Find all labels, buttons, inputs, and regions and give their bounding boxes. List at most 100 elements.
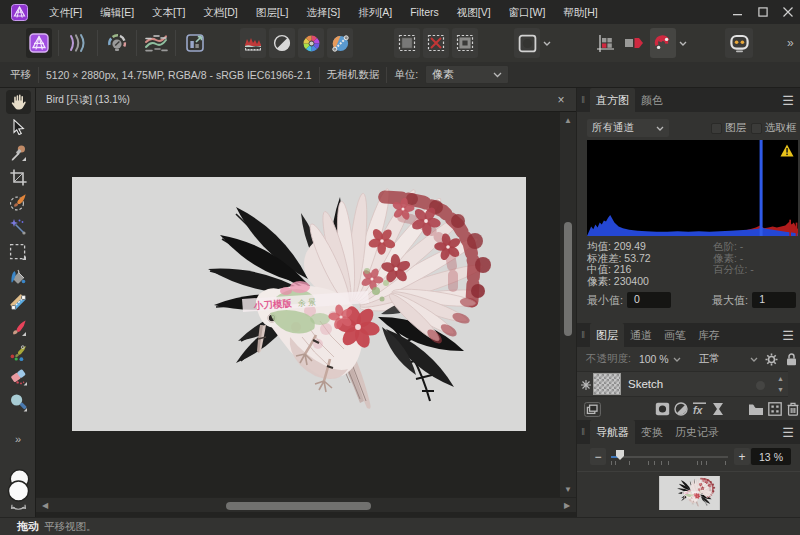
marquee-checkbox[interactable] — [751, 123, 762, 134]
tab-color[interactable]: 颜色 — [635, 88, 669, 112]
tab-stock[interactable]: 库存 — [692, 323, 726, 347]
layers-scroll-down-icon[interactable]: ▼ — [775, 384, 786, 395]
maximize-button[interactable] — [750, 0, 775, 24]
move-tool[interactable] — [0, 115, 36, 139]
color-picker-tool[interactable] — [0, 141, 36, 165]
liquify-persona-button[interactable] — [65, 28, 91, 58]
menu-file[interactable]: 文件[F] — [40, 0, 91, 24]
menu-select[interactable]: 选择[S] — [297, 0, 349, 24]
layers-scroll-up-icon[interactable]: ▲ — [775, 373, 786, 384]
color-replacement-brush-tool[interactable] — [0, 340, 36, 364]
move-by-whole-pixels-button[interactable] — [621, 28, 647, 58]
minimize-button[interactable] — [725, 0, 750, 24]
zoom-slider-track[interactable] — [611, 456, 728, 458]
select-all-button[interactable] — [394, 28, 420, 58]
horizontal-scrollbar[interactable]: ◀ ▶ — [36, 497, 576, 512]
scroll-down-icon[interactable]: ▼ — [560, 482, 576, 496]
menu-layer[interactable]: 图层[L] — [247, 0, 298, 24]
zoom-in-button[interactable]: + — [734, 448, 750, 465]
marquee-tool[interactable] — [0, 240, 36, 264]
auto-colors-button[interactable] — [298, 28, 324, 58]
menu-window[interactable]: 窗口[W] — [500, 0, 555, 24]
tab-histogram[interactable]: 直方图 — [590, 88, 635, 112]
navigator-preview[interactable] — [659, 476, 720, 510]
unit-select[interactable]: 像素 — [425, 65, 509, 84]
menu-document[interactable]: 文档[D] — [194, 0, 246, 24]
menu-edit[interactable]: 编辑[E] — [91, 0, 143, 24]
toolbar-overflow-button[interactable]: » — [787, 36, 794, 50]
layer-checkbox[interactable] — [711, 123, 722, 134]
crop-tool[interactable] — [0, 165, 36, 189]
tone-mapping-persona-button[interactable] — [143, 28, 169, 58]
erase-brush-tool[interactable] — [0, 364, 36, 388]
layer-thumbnail[interactable] — [593, 373, 621, 395]
force-pixel-alignment-button[interactable] — [592, 28, 618, 58]
deselect-button[interactable] — [423, 28, 449, 58]
scroll-up-icon[interactable]: ▲ — [560, 113, 576, 127]
document-tab[interactable]: Bird [只读] (13.1%) — [46, 93, 130, 107]
zoom-tool[interactable] — [0, 390, 36, 414]
hourglass-icon[interactable] — [712, 402, 724, 416]
opacity-value[interactable]: 100 % — [639, 353, 669, 365]
selection-brush-tool[interactable] — [0, 190, 36, 214]
menu-text[interactable]: 文本[T] — [143, 0, 194, 24]
panel-menu-icon[interactable]: ☰ — [782, 325, 794, 347]
live-filter-icon[interactable]: fx — [692, 402, 707, 416]
tab-close-button[interactable]: × — [554, 93, 568, 107]
quick-mask-button[interactable] — [514, 28, 540, 58]
chevron-down-icon[interactable] — [750, 357, 758, 362]
auto-contrast-button[interactable] — [269, 28, 295, 58]
vertical-scrollbar-thumb[interactable] — [564, 222, 572, 336]
invert-selection-button[interactable] — [452, 28, 478, 58]
flood-select-tool[interactable] — [0, 215, 36, 239]
edit-all-layers-icon[interactable] — [584, 402, 601, 417]
panel-menu-icon[interactable]: ☰ — [782, 90, 794, 112]
export-persona-button[interactable] — [182, 28, 208, 58]
zoom-value-input[interactable]: 13 % — [751, 448, 791, 465]
blend-mode-value[interactable]: 正常 — [699, 352, 720, 366]
mask-layer-icon[interactable] — [655, 402, 670, 416]
tab-navigator[interactable]: 导航器 — [590, 420, 635, 444]
snapping-dropdown[interactable] — [676, 28, 689, 58]
assistant-button[interactable] — [725, 28, 753, 58]
horizontal-scrollbar-thumb[interactable] — [226, 502, 371, 510]
layer-row[interactable]: Sketch ▲ ▼ — [577, 371, 788, 397]
tools-overflow-button[interactable]: » — [0, 427, 36, 451]
tab-channels[interactable]: 通道 — [624, 323, 658, 347]
tab-history[interactable]: 历史记录 — [669, 420, 725, 444]
develop-persona-button[interactable] — [104, 28, 130, 58]
paint-brush-tool[interactable] — [0, 316, 36, 340]
flood-fill-tool[interactable] — [0, 265, 36, 289]
auto-white-balance-button[interactable] — [327, 28, 353, 58]
layer-visibility-toggle[interactable] — [756, 381, 765, 390]
delete-layer-trash-icon[interactable] — [787, 402, 799, 416]
scroll-left-icon[interactable]: ◀ — [38, 498, 52, 513]
quick-mask-dropdown[interactable] — [540, 28, 553, 58]
group-layers-folder-icon[interactable] — [748, 403, 764, 416]
blend-options-gear-icon[interactable] — [765, 353, 778, 366]
panel-menu-icon[interactable]: ☰ — [782, 422, 794, 444]
close-button[interactable] — [775, 0, 800, 24]
min-input[interactable]: 0 — [627, 292, 671, 308]
lock-icon[interactable] — [786, 353, 797, 366]
panel-grip-icon[interactable]: ‖ — [577, 88, 590, 112]
max-input[interactable]: 1 — [752, 292, 796, 308]
layers-scrollbar[interactable]: ▲ ▼ — [775, 373, 786, 397]
canvas-viewport[interactable]: 小刀模版 余 景 — [36, 112, 576, 497]
menu-arrange[interactable]: 排列[A] — [349, 0, 401, 24]
channel-select[interactable]: 所有通道 — [587, 119, 669, 137]
view-tool[interactable] — [6, 90, 31, 114]
scroll-right-icon[interactable]: ▶ — [560, 498, 574, 513]
adjustment-layer-icon[interactable] — [674, 402, 688, 416]
warning-icon[interactable] — [780, 144, 794, 157]
zoom-slider-thumb[interactable] — [616, 450, 624, 460]
color-selector[interactable] — [0, 464, 36, 516]
tab-brushes[interactable]: 画笔 — [658, 323, 692, 347]
menu-filters[interactable]: Filters — [401, 0, 448, 24]
menu-view[interactable]: 视图[V] — [448, 0, 500, 24]
gradient-tool[interactable] — [0, 290, 36, 314]
tab-layers[interactable]: 图层 — [590, 323, 624, 347]
chevron-down-icon[interactable] — [673, 357, 681, 362]
snapping-button[interactable] — [650, 28, 676, 58]
photo-persona-button[interactable] — [26, 28, 52, 58]
